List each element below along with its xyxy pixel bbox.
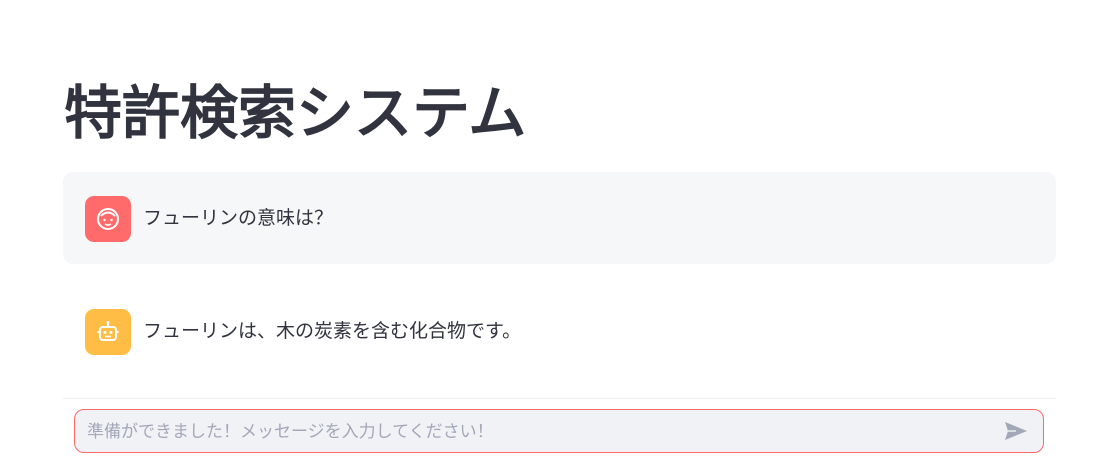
chat-message-assistant: フューリンは、木の炭素を含む化合物です。 bbox=[63, 285, 1056, 377]
message-text: フューリンは、木の炭素を含む化合物です。 bbox=[143, 320, 522, 342]
user-avatar bbox=[85, 196, 131, 242]
message-text: フューリンの意味は？ bbox=[143, 207, 334, 229]
chat-message-user: フューリンの意味は？ bbox=[63, 172, 1056, 264]
assistant-avatar bbox=[85, 309, 131, 355]
page-title: 特許検索システム bbox=[64, 79, 527, 147]
chat-input-container bbox=[74, 409, 1044, 453]
robot-icon bbox=[97, 321, 119, 341]
divider bbox=[63, 398, 1056, 399]
face-icon bbox=[97, 208, 119, 230]
send-button[interactable] bbox=[1003, 420, 1029, 442]
chat-page: 特許検索システム フューリンの意味は？ フューリンは、木の炭素を含む化合物です。… bbox=[0, 0, 1099, 465]
send-icon bbox=[1005, 422, 1027, 440]
chat-input[interactable] bbox=[85, 410, 989, 453]
